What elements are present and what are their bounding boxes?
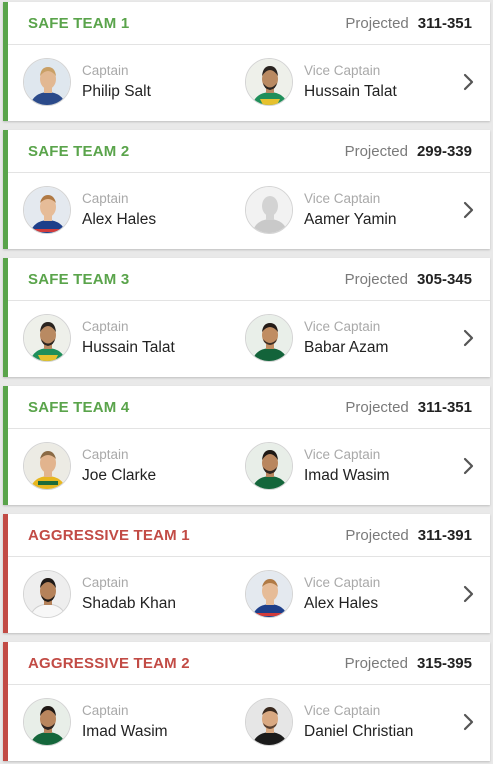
- chevron-right-icon[interactable]: [462, 72, 476, 92]
- captain: Captain Philip Salt: [23, 58, 151, 106]
- captain-role-label: Captain: [82, 574, 129, 590]
- vice-captain-name: Hussain Talat: [304, 82, 397, 100]
- projected-range: 311-391: [417, 526, 472, 544]
- captain-role-label: Captain: [82, 190, 129, 206]
- projected-label: Projected: [345, 526, 409, 544]
- captain-role-label: Captain: [82, 318, 129, 334]
- chevron-right-icon[interactable]: [462, 200, 476, 220]
- captain: Captain Alex Hales: [23, 186, 156, 234]
- projected-label: Projected: [344, 142, 408, 160]
- vice-captain-avatar: [245, 58, 293, 106]
- vice-captain-name: Alex Hales: [304, 594, 379, 612]
- team-card-header: SAFE TEAM 3 Projected 305-345: [8, 258, 490, 301]
- captain: Captain Joe Clarke: [23, 442, 156, 490]
- team-card[interactable]: AGGRESSIVE TEAM 2 Projected 315-395 Capt…: [3, 642, 490, 761]
- chevron-right-icon[interactable]: [462, 584, 476, 604]
- captain-role-label: Captain: [82, 446, 129, 462]
- team-card-body: Captain Shadab Khan Vice Captain Alex Ha…: [8, 557, 490, 632]
- projected-range: 315-395: [416, 654, 472, 672]
- projected-label: Projected: [344, 654, 408, 672]
- vice-captain-avatar: [245, 698, 293, 746]
- vice-captain-name: Daniel Christian: [304, 722, 414, 740]
- team-card-header: SAFE TEAM 2 Projected 299-339: [8, 130, 490, 173]
- chevron-right-icon[interactable]: [462, 328, 476, 348]
- captain: Captain Hussain Talat: [23, 314, 175, 362]
- team-name: SAFE TEAM 1: [28, 14, 130, 32]
- captain-name: Joe Clarke: [82, 466, 157, 484]
- captain-name: Hussain Talat: [82, 338, 175, 356]
- captain: Captain Shadab Khan: [23, 570, 176, 618]
- projected-range: 305-345: [416, 270, 472, 288]
- vice-captain-role-label: Vice Captain: [304, 574, 381, 590]
- projected-score: Projected 305-345: [345, 271, 472, 288]
- vice-captain-role-label: Vice Captain: [304, 318, 381, 334]
- vice-captain-name: Imad Wasim: [304, 466, 390, 484]
- captain-avatar: [23, 58, 71, 106]
- projected-score: Projected 311-391: [345, 527, 472, 544]
- vice-captain-avatar: [245, 442, 293, 490]
- vice-captain-avatar: [245, 186, 293, 234]
- projected-label: Projected: [344, 270, 408, 288]
- captain-name: Alex Hales: [82, 210, 157, 228]
- team-card-header: AGGRESSIVE TEAM 2 Projected 315-395: [8, 642, 490, 685]
- vice-captain: Vice Captain Babar Azam: [245, 314, 388, 362]
- vice-captain-name: Aamer Yamin: [304, 210, 397, 228]
- vice-captain-role-label: Vice Captain: [304, 702, 381, 718]
- team-name: SAFE TEAM 3: [28, 270, 130, 288]
- vice-captain: Vice Captain Hussain Talat: [245, 58, 397, 106]
- captain: Captain Imad Wasim: [23, 698, 168, 746]
- captain-role-label: Captain: [82, 702, 129, 718]
- captain-name: Philip Salt: [82, 82, 151, 100]
- vice-captain-name: Babar Azam: [304, 338, 389, 356]
- team-name: AGGRESSIVE TEAM 2: [28, 654, 190, 672]
- projected-score: Projected 315-395: [345, 655, 472, 672]
- team-name: SAFE TEAM 2: [28, 142, 130, 160]
- vice-captain-role-label: Vice Captain: [304, 446, 381, 462]
- vice-captain: Vice Captain Aamer Yamin: [245, 186, 396, 234]
- chevron-right-icon[interactable]: [462, 456, 476, 476]
- projected-range: 299-339: [416, 142, 472, 160]
- projected-range: 311-351: [417, 14, 472, 32]
- projected-score: Projected 299-339: [345, 143, 472, 160]
- team-card-header: SAFE TEAM 1 Projected 311-351: [8, 2, 490, 45]
- projected-range: 311-351: [417, 398, 472, 416]
- captain-name: Imad Wasim: [82, 722, 168, 740]
- chevron-right-icon[interactable]: [462, 712, 476, 732]
- captain-avatar: [23, 698, 71, 746]
- team-card[interactable]: SAFE TEAM 4 Projected 311-351 Captain Jo…: [3, 386, 490, 505]
- team-card[interactable]: SAFE TEAM 3 Projected 305-345 Captain Hu…: [3, 258, 490, 377]
- captain-avatar: [23, 186, 71, 234]
- team-card[interactable]: AGGRESSIVE TEAM 1 Projected 311-391 Capt…: [3, 514, 490, 633]
- team-card-body: Captain Hussain Talat Vice Captain Babar…: [8, 301, 490, 376]
- team-card-body: Captain Philip Salt Vice Captain Hussain…: [8, 45, 490, 120]
- projected-label: Projected: [345, 398, 409, 416]
- team-name: AGGRESSIVE TEAM 1: [28, 526, 190, 544]
- team-name: SAFE TEAM 4: [28, 398, 130, 416]
- team-card-header: AGGRESSIVE TEAM 1 Projected 311-391: [8, 514, 490, 557]
- vice-captain-role-label: Vice Captain: [304, 62, 381, 78]
- captain-role-label: Captain: [82, 62, 129, 78]
- vice-captain: Vice Captain Alex Hales: [245, 570, 380, 618]
- team-card[interactable]: SAFE TEAM 2 Projected 299-339 Captain Al…: [3, 130, 490, 249]
- team-card-header: SAFE TEAM 4 Projected 311-351: [8, 386, 490, 429]
- vice-captain: Vice Captain Daniel Christian: [245, 698, 413, 746]
- projected-score: Projected 311-351: [345, 15, 472, 32]
- team-card-body: Captain Joe Clarke Vice Captain Imad Was…: [8, 429, 490, 504]
- captain-name: Shadab Khan: [82, 594, 176, 612]
- captain-avatar: [23, 442, 71, 490]
- captain-avatar: [23, 570, 71, 618]
- projected-score: Projected 311-351: [345, 399, 472, 416]
- vice-captain-avatar: [245, 570, 293, 618]
- team-card[interactable]: SAFE TEAM 1 Projected 311-351 Captain Ph…: [3, 2, 490, 121]
- vice-captain-role-label: Vice Captain: [304, 190, 381, 206]
- projected-label: Projected: [345, 14, 409, 32]
- vice-captain: Vice Captain Imad Wasim: [245, 442, 390, 490]
- vice-captain-avatar: [245, 314, 293, 362]
- team-card-body: Captain Imad Wasim Vice Captain Daniel C…: [8, 685, 490, 760]
- team-card-body: Captain Alex Hales Vice Captain Aamer Ya…: [8, 173, 490, 248]
- captain-avatar: [23, 314, 71, 362]
